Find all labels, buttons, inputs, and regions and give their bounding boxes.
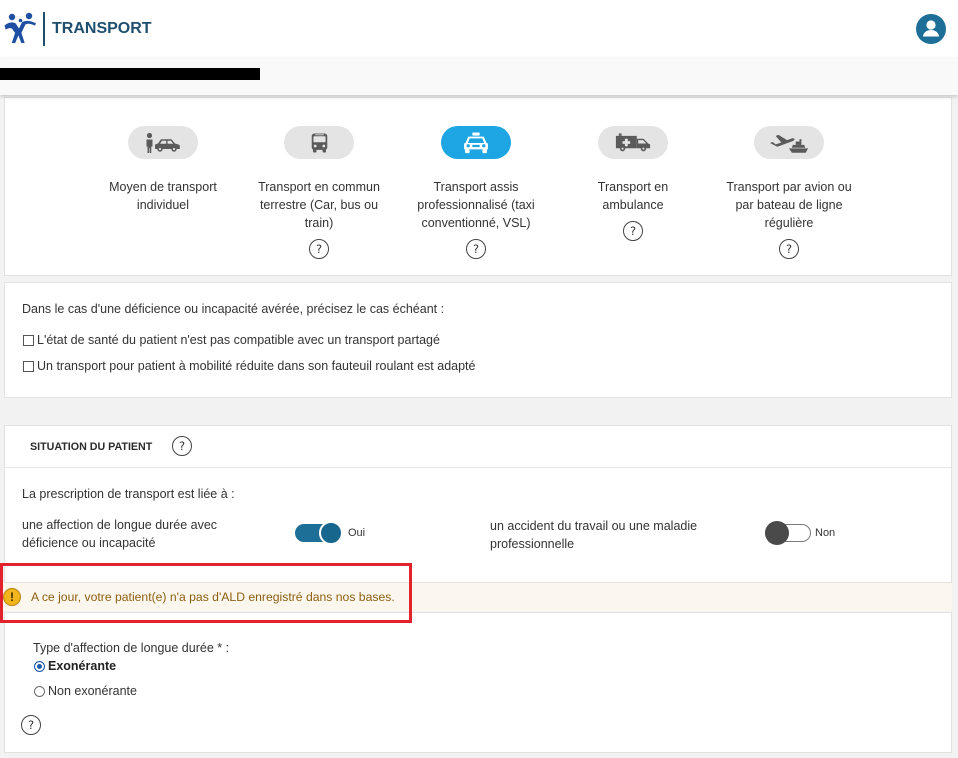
help-icon[interactable]: ? — [623, 221, 643, 241]
radio-label: Non exonérante — [48, 684, 137, 698]
transport-mode-public-transport[interactable]: Transport en commun terrestre (Car, bus … — [241, 126, 397, 259]
ambulance-icon — [615, 133, 651, 152]
work-accident-toggle-state: Non — [815, 527, 836, 539]
alert-message: A ce jour, votre patient(e) n'a pas d'AL… — [31, 590, 395, 604]
transport-mode-label: Moyen de transport individuel — [109, 180, 217, 212]
ald-toggle[interactable] — [295, 521, 343, 545]
toggle-knob[interactable] — [765, 521, 789, 545]
ald-type-label: Type d'affection de longue durée * : — [33, 641, 230, 655]
transport-mode-label: Transport en commun terrestre (Car, bus … — [258, 180, 380, 230]
deficiency-intro: Dans le cas d'une déficience ou incapaci… — [22, 302, 445, 316]
help-icon[interactable]: ? — [21, 715, 41, 735]
bus-icon — [311, 133, 327, 152]
transport-mode-pill[interactable] — [128, 126, 198, 159]
deficiency-card: Dans le cas d'une déficience ou incapaci… — [4, 282, 952, 398]
user-account-icon[interactable] — [916, 14, 946, 44]
work-accident-toggle[interactable] — [765, 521, 813, 545]
plane-and-boat-icon — [769, 134, 809, 153]
section-title: SITUATION DU PATIENT — [30, 441, 153, 453]
help-icon[interactable]: ? — [309, 239, 329, 259]
app-title: TRANSPORT — [52, 20, 152, 37]
transport-mode-pill[interactable] — [754, 126, 824, 159]
transport-mode-ambulance[interactable]: Transport en ambulance ? — [555, 126, 711, 241]
transport-mode-plane-boat[interactable]: Transport par avion ou par bateau de lig… — [711, 126, 867, 259]
checkbox[interactable] — [23, 360, 34, 372]
section-divider — [5, 467, 951, 468]
radio-label: Exonérante — [48, 659, 117, 673]
checkbox-label: Un transport pour patient à mobilité réd… — [37, 359, 476, 373]
transport-mode-pill[interactable] — [284, 126, 354, 159]
taxi-icon — [464, 131, 488, 153]
app-header: TRANSPORT — [0, 0, 958, 57]
ald-type-card: Type d'affection de longue durée * : Exo… — [4, 612, 952, 753]
ald-warning-alert: ! A ce jour, votre patient(e) n'a pas d'… — [0, 583, 952, 611]
logo-divider — [43, 12, 45, 46]
prescription-question: La prescription de transport est liée à … — [22, 487, 235, 501]
car-with-person-icon — [146, 132, 180, 153]
radio-button[interactable] — [34, 660, 45, 672]
help-icon[interactable]: ? — [779, 239, 799, 259]
assurance-maladie-logo-icon[interactable] — [3, 11, 39, 45]
ald-toggle-state: Oui — [348, 527, 366, 539]
deficiency-option-wheelchair[interactable]: Un transport pour patient à mobilité réd… — [23, 357, 475, 375]
checkbox-label: L'état de santé du patient n'est pas com… — [37, 333, 440, 347]
warning-icon: ! — [3, 588, 21, 606]
transport-mode-pill[interactable] — [598, 126, 668, 159]
toggle-knob[interactable] — [319, 521, 343, 545]
checkbox[interactable] — [23, 334, 34, 346]
transport-mode-individual[interactable]: Moyen de transport individuel ? — [85, 126, 241, 214]
transport-mode-taxi-vsl[interactable]: Transport assis professionnalisé (taxi c… — [398, 126, 554, 259]
deficiency-option-shared-transport[interactable]: L'état de santé du patient n'est pas com… — [23, 331, 440, 349]
transport-mode-label: Transport assis professionnalisé (taxi c… — [417, 180, 535, 230]
patient-situation-card: SITUATION DU PATIENT ? La prescription d… — [4, 425, 952, 583]
redacted-text-bar — [0, 68, 260, 80]
transport-mode-label: Transport par avion ou par bateau de lig… — [726, 180, 852, 230]
work-accident-label: un accident du travail ou une maladie pr… — [490, 519, 698, 551]
transport-mode-pill[interactable] — [441, 126, 511, 159]
ald-type-option-exonerante[interactable]: Exonérante — [34, 657, 116, 675]
context-bar — [0, 57, 958, 95]
ald-label: une affection de longue durée avec défic… — [22, 518, 218, 550]
ald-type-option-non-exonerante[interactable]: Non exonérante — [34, 682, 137, 700]
radio-button[interactable] — [34, 685, 45, 697]
help-icon[interactable]: ? — [172, 436, 192, 456]
transport-mode-card: Moyen de transport individuel ? Transpor… — [4, 97, 952, 276]
help-icon[interactable]: ? — [466, 239, 486, 259]
transport-mode-label: Transport en ambulance — [597, 180, 669, 212]
